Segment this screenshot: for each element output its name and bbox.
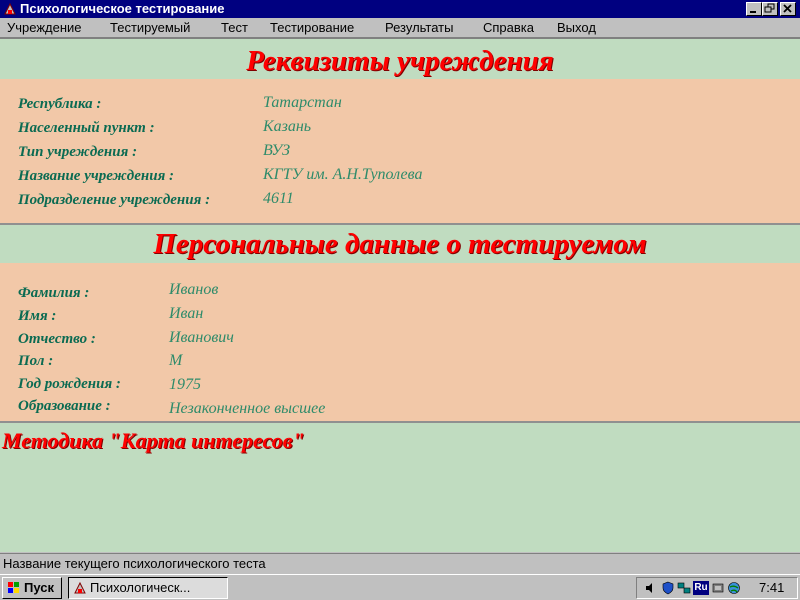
minimize-button[interactable] [746, 2, 762, 16]
main-content: Реквизиты учреждения Республика : Татарс… [0, 37, 800, 552]
field-label: Населенный пункт : [18, 120, 155, 136]
menu-testing[interactable]: Тестирование [270, 18, 354, 37]
globe-icon[interactable] [727, 581, 741, 595]
field-label: Тип учреждения : [18, 144, 138, 160]
status-bar: Название текущего психологического теста [0, 553, 800, 572]
taskbar: Пуск Психологическ... Ru 7:41 [0, 574, 800, 600]
system-tray: Ru 7:41 [636, 577, 798, 599]
speaker-icon[interactable] [643, 581, 657, 595]
window-title: Психологическое тестирование [20, 1, 225, 16]
menu-results[interactable]: Результаты [385, 18, 453, 37]
field-value: ВУЗ [263, 142, 291, 159]
field-label: Фамилия : [18, 285, 90, 301]
close-button[interactable] [780, 2, 796, 16]
start-label: Пуск [24, 580, 54, 595]
tool-icon[interactable] [711, 581, 725, 595]
app-icon [74, 581, 86, 594]
field-value: КГТУ им. А.Н.Туполева [263, 166, 423, 183]
start-button[interactable]: Пуск [2, 577, 62, 599]
field-value: Иванов [169, 281, 219, 298]
field-value: 1975 [169, 376, 201, 393]
field-label: Год рождения : [18, 376, 121, 392]
field-value: Иван [169, 305, 204, 322]
field-label: Подразделение учреждения : [18, 192, 211, 208]
menu-institution[interactable]: Учреждение [7, 18, 82, 37]
field-label: Республика : [18, 96, 102, 112]
taskbar-app-button[interactable]: Психологическ... [68, 577, 228, 599]
menu-exit[interactable]: Выход [557, 18, 596, 37]
person-heading: Персональные данные о тестируемом [0, 225, 800, 263]
field-value: 4611 [263, 190, 294, 207]
menu-bar: Учреждение Тестируемый Тест Тестирование… [0, 18, 800, 37]
status-text: Название текущего психологического теста [3, 556, 266, 571]
field-label: Имя : [18, 308, 57, 324]
close-icon [783, 4, 792, 13]
field-label: Образование : [18, 398, 111, 414]
section-divider [0, 421, 800, 423]
app-icon [4, 2, 16, 15]
clock: 7:41 [759, 580, 785, 595]
network-icon[interactable] [677, 581, 691, 595]
field-label: Пол : [18, 353, 54, 369]
title-bar[interactable]: Психологическое тестирование [0, 0, 800, 18]
field-value: Иванович [169, 329, 234, 346]
field-value: Татарстан [263, 94, 342, 111]
field-label: Отчество : [18, 331, 96, 347]
maximize-button[interactable] [762, 2, 778, 16]
menu-testee[interactable]: Тестируемый [110, 18, 190, 37]
menu-help[interactable]: Справка [483, 18, 534, 37]
field-value: Незаконченное высшее [169, 400, 326, 417]
shield-icon[interactable] [661, 581, 675, 595]
windows-logo-icon [8, 582, 19, 593]
field-value: Казань [263, 118, 312, 135]
person-panel: Фамилия : Иванов Имя : Иван Отчество : И… [0, 263, 800, 421]
method-title: Методика "Карта интересов" [2, 428, 305, 453]
minimize-icon [750, 11, 756, 13]
language-indicator[interactable]: Ru [693, 581, 709, 595]
institution-heading: Реквизиты учреждения [0, 43, 800, 79]
restore-icon [764, 3, 775, 13]
institution-panel: Республика : Татарстан Населенный пункт … [0, 79, 800, 223]
field-label: Название учреждения : [18, 168, 175, 184]
menu-test[interactable]: Тест [221, 18, 248, 37]
field-value: М [169, 352, 183, 369]
taskbar-app-label: Психологическ... [90, 580, 191, 595]
